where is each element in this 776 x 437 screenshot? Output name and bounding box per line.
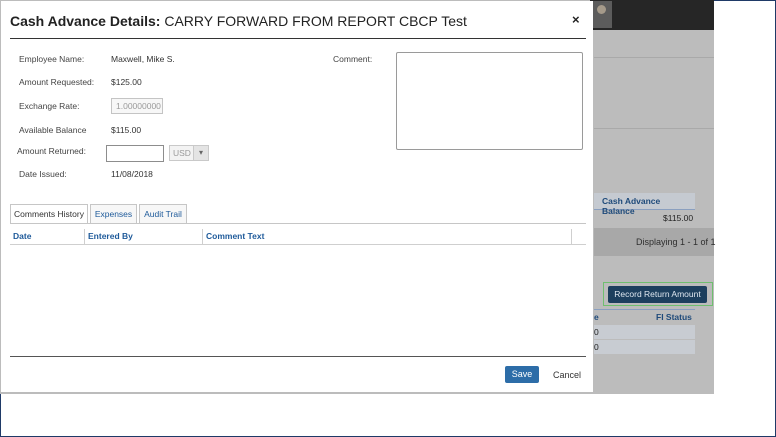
dialog-title-bold: Cash Advance Details: — [10, 13, 161, 29]
amount-requested-label: Amount Requested: — [19, 77, 95, 87]
available-balance-label: Available Balance — [19, 125, 87, 135]
column-separator — [571, 229, 572, 244]
exchange-rate-label: Exchange Rate: — [19, 101, 80, 111]
tab-comments-history[interactable]: Comments History — [10, 204, 88, 224]
amount-returned-input[interactable] — [106, 145, 164, 162]
amount-requested-value: $125.00 — [111, 77, 142, 87]
amount-returned-label: Amount Returned: — [17, 146, 86, 156]
divider — [594, 309, 695, 310]
divider — [594, 57, 714, 58]
cancel-button[interactable]: Cancel — [553, 370, 581, 380]
column-header-date[interactable]: Date — [13, 229, 31, 244]
table-row: 0 — [594, 325, 695, 339]
column-header-entered-by[interactable]: Entered By — [88, 229, 133, 244]
cell-partial: 0 — [594, 327, 599, 337]
column-header-comment-text[interactable]: Comment Text — [206, 229, 264, 244]
save-button[interactable]: Save — [505, 366, 539, 383]
chevron-down-icon[interactable]: ▾ — [193, 146, 208, 160]
tab-expenses[interactable]: Expenses — [90, 204, 137, 223]
cell-partial: 0 — [594, 342, 599, 352]
close-icon[interactable]: × — [572, 12, 580, 27]
employee-name-label: Employee Name: — [19, 54, 85, 64]
user-avatar — [592, 1, 612, 28]
column-header-partial: e — [594, 312, 599, 322]
tab-divider — [10, 223, 586, 224]
date-issued-value: 11/08/2018 — [111, 169, 153, 179]
comment-textarea[interactable] — [396, 52, 583, 150]
comment-label: Comment: — [333, 54, 373, 64]
balance-table-header: Cash Advance Balance — [594, 193, 695, 216]
table-row: 0 — [594, 340, 695, 354]
date-issued-label: Date Issued: — [19, 169, 67, 179]
footer-divider — [10, 356, 586, 357]
comments-grid-header: Date Entered By Comment Text — [10, 229, 586, 245]
currency-value: USD — [173, 148, 191, 158]
pager-text: Displaying 1 - 1 of 1 — [636, 237, 716, 247]
record-return-amount-button[interactable]: Record Return Amount — [608, 286, 707, 303]
fi-status-header: FI Status — [656, 312, 692, 322]
column-separator — [202, 229, 203, 244]
cash-advance-details-dialog: Cash Advance Details: CARRY FORWARD FROM… — [1, 1, 593, 392]
tab-audit-trail[interactable]: Audit Trail — [139, 204, 187, 223]
available-balance-value: $115.00 — [111, 125, 142, 135]
balance-value: $115.00 — [663, 213, 694, 223]
currency-select[interactable]: USD ▾ — [169, 145, 209, 161]
title-divider — [10, 38, 586, 39]
dialog-title-name: CARRY FORWARD FROM REPORT CBCP Test — [164, 13, 467, 29]
employee-name-value: Maxwell, Mike S. — [111, 54, 175, 64]
divider — [594, 128, 714, 129]
exchange-rate-field: 1.00000000 — [111, 98, 163, 114]
dialog-title: Cash Advance Details: CARRY FORWARD FROM… — [10, 13, 467, 29]
column-separator — [84, 229, 85, 244]
